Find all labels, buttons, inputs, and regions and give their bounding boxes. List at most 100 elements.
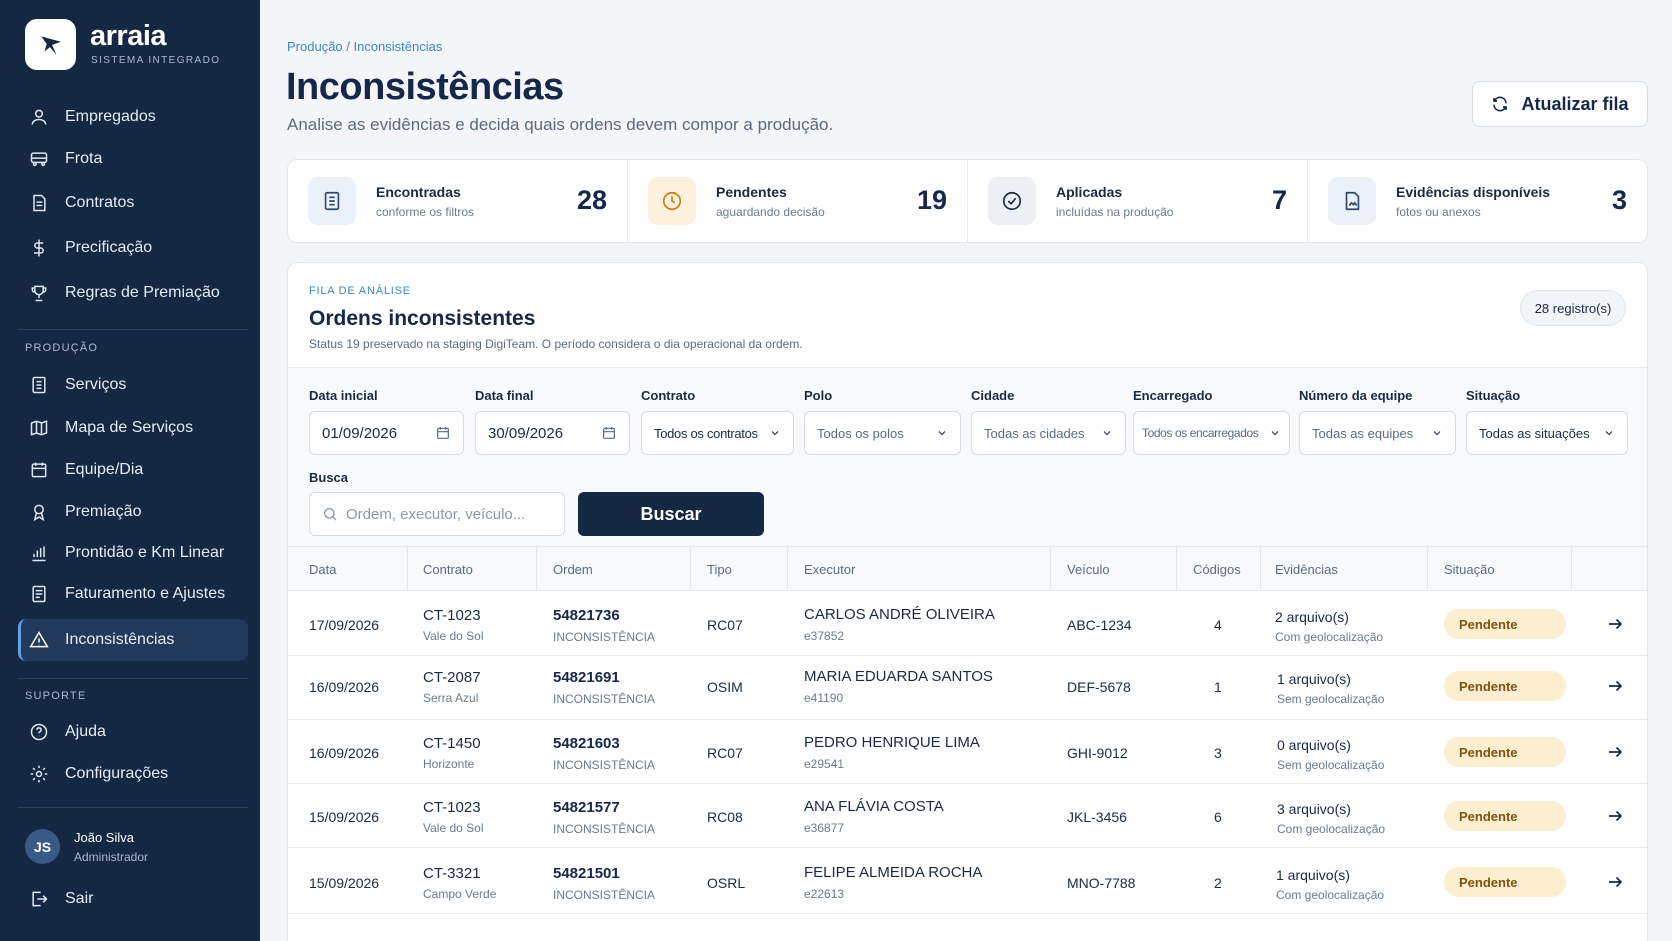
contract-select[interactable]: Todos os contratos — [641, 411, 794, 455]
city-select-value: Todas as cidades — [984, 425, 1085, 441]
sidebar-item-frota[interactable]: Frota — [18, 138, 248, 180]
table-row[interactable]: 15/09/2026 CT-3321 Campo Verde 54821501 … — [288, 848, 1647, 914]
stat-value: 19 — [916, 185, 947, 215]
search-button[interactable]: Buscar — [578, 492, 764, 536]
arrow-right-icon[interactable] — [1603, 804, 1627, 828]
row-executor: PEDRO HENRIQUE LIMA — [804, 734, 980, 751]
arrow-right-icon[interactable] — [1603, 612, 1627, 636]
bar-chart-icon — [28, 542, 50, 564]
sidebar-item-empregados[interactable]: Empregados — [18, 96, 248, 138]
avatar[interactable]: JS — [25, 829, 60, 864]
page-subtitle: Analise as evidências e decida quais ord… — [287, 115, 834, 134]
sidebar-item-premiacao[interactable]: Premiação — [18, 491, 248, 533]
filter-label: Contrato — [641, 388, 696, 403]
city-select[interactable]: Todas as cidades — [971, 411, 1126, 455]
section-label-producao: PRODUÇÃO — [25, 342, 99, 354]
refresh-label: Atualizar fila — [1521, 93, 1629, 114]
row-evidence[interactable]: 2 arquivo(s) — [1275, 609, 1349, 625]
row-executor-id: e41190 — [804, 691, 844, 705]
arrow-right-icon[interactable] — [1603, 740, 1627, 764]
sidebar-item-faturamento[interactable]: Faturamento e Ajustes — [18, 573, 248, 615]
row-order[interactable]: 54821691 — [553, 669, 620, 686]
row-evidence[interactable]: 3 arquivo(s) — [1277, 801, 1351, 817]
polo-select[interactable]: Todos os polos — [804, 411, 961, 455]
sidebar-item-ajuda[interactable]: Ajuda — [18, 711, 248, 753]
arrow-right-icon[interactable] — [1603, 674, 1627, 698]
breadcrumb[interactable]: Produção / Inconsistências — [287, 39, 442, 54]
table-row[interactable]: 16/09/2026 CT-1450 Horizonte 54821603 IN… — [288, 720, 1647, 784]
sidebar-item-configuracoes[interactable]: Configurações — [18, 753, 248, 795]
inconsistency-queue-card: FILA DE ANÁLISE Ordens inconsistentes St… — [287, 262, 1648, 941]
sidebar-item-label: Serviços — [65, 376, 127, 393]
row-executor-id: e29541 — [804, 757, 845, 771]
sidebar-item-servicos[interactable]: Serviços — [18, 364, 248, 406]
table-row[interactable]: 15/09/2026 CT-1023 Vale do Sol 54821577 … — [288, 784, 1647, 848]
table-row[interactable]: 16/09/2026 CT-2087 Serra Azul 54821691 I… — [288, 656, 1647, 720]
stat-pendentes: Pendentes aguardando decisão 19 — [628, 160, 968, 242]
column-header[interactable]: Contrato — [423, 562, 473, 577]
filter-label: Data inicial — [309, 388, 378, 403]
column-header[interactable]: Veículo — [1067, 562, 1110, 577]
team-number-select-value: Todas as equipes — [1312, 425, 1414, 441]
arrow-right-icon[interactable] — [1603, 870, 1627, 894]
column-header[interactable]: Ordem — [553, 562, 593, 577]
trophy-icon — [28, 282, 50, 304]
row-order[interactable]: 54821603 — [553, 735, 620, 752]
column-header[interactable]: Evidências — [1275, 562, 1338, 577]
column-header[interactable]: Executor — [804, 562, 855, 577]
row-executor: ANA FLÁVIA COSTA — [804, 798, 944, 815]
clock-icon — [648, 177, 696, 225]
table-header: Data Contrato Ordem Tipo Executor Veícul… — [288, 547, 1647, 591]
sidebar-item-mapa-servicos[interactable]: Mapa de Serviços — [18, 407, 248, 449]
start-date-field[interactable]: 01/09/2026 — [309, 411, 464, 455]
sidebar-item-equipe-dia[interactable]: Equipe/Dia — [18, 449, 248, 491]
row-evidence[interactable]: 0 arquivo(s) — [1277, 737, 1351, 753]
check-circle-icon — [988, 177, 1036, 225]
sidebar-item-regras-premiacao[interactable]: Regras de Premiação — [18, 272, 248, 314]
row-evidence[interactable]: 1 arquivo(s) — [1276, 867, 1350, 883]
stingray-icon — [40, 35, 61, 55]
row-contract-sub: Campo Verde — [423, 887, 497, 901]
row-codes: 4 — [1214, 617, 1222, 633]
team-number-select[interactable]: Todas as equipes — [1299, 411, 1456, 455]
sidebar-item-label: Configurações — [65, 765, 169, 782]
row-evidence[interactable]: 1 arquivo(s) — [1277, 671, 1351, 687]
status-select[interactable]: Todas as situações — [1466, 411, 1628, 455]
filters-panel: Data inicial 01/09/2026 Data final 30/09… — [288, 367, 1647, 547]
search-input[interactable] — [346, 505, 536, 523]
search-input-wrapper[interactable] — [309, 492, 565, 536]
column-header[interactable]: Tipo — [707, 562, 732, 577]
row-evidence-sub: Com geolocalização — [1276, 888, 1385, 902]
stat-aplicadas: Aplicadas incluídas na produção 7 — [968, 160, 1308, 242]
supervisor-select[interactable]: Todos os encarregados — [1133, 411, 1290, 455]
brand-logo[interactable] — [25, 19, 76, 70]
row-order-sub: INCONSISTÊNCIA — [553, 630, 656, 644]
row-order[interactable]: 54821501 — [553, 865, 620, 882]
sidebar-item-label: Equipe/Dia — [65, 461, 144, 478]
row-date: 16/09/2026 — [309, 679, 380, 695]
refresh-queue-button[interactable]: Atualizar fila — [1472, 81, 1648, 127]
row-vehicle: MNO-7788 — [1067, 875, 1136, 891]
column-separator — [536, 547, 537, 591]
column-header[interactable]: Situação — [1444, 562, 1495, 577]
sidebar-item-prontidao[interactable]: Prontidão e Km Linear — [18, 532, 248, 574]
end-date-field[interactable]: 30/09/2026 — [475, 411, 630, 455]
row-contract: CT-1450 — [423, 735, 481, 752]
sidebar-item-inconsistencias[interactable]: Inconsistências — [18, 619, 248, 661]
row-order[interactable]: 54821736 — [553, 607, 620, 624]
table-row[interactable]: 17/09/2026 CT-1023 Vale do Sol 54821736 … — [288, 592, 1647, 656]
row-order[interactable]: 54821577 — [553, 799, 620, 816]
sidebar-divider — [18, 678, 248, 679]
logout-button[interactable]: Sair — [18, 878, 248, 920]
column-header[interactable]: Data — [309, 562, 336, 577]
map-icon — [28, 417, 50, 439]
row-executor-id: e36877 — [804, 821, 845, 835]
stat-sub: incluídas na produção — [1056, 205, 1174, 219]
record-count-badge: 28 registro(s) — [1520, 290, 1626, 326]
document-icon — [28, 192, 50, 214]
column-header[interactable]: Códigos — [1193, 562, 1241, 577]
sidebar-item-precificacao[interactable]: Precificação — [18, 227, 248, 269]
sidebar-item-contratos[interactable]: Contratos — [18, 182, 248, 224]
row-date: 15/09/2026 — [309, 875, 380, 891]
row-type: RC07 — [707, 617, 743, 633]
